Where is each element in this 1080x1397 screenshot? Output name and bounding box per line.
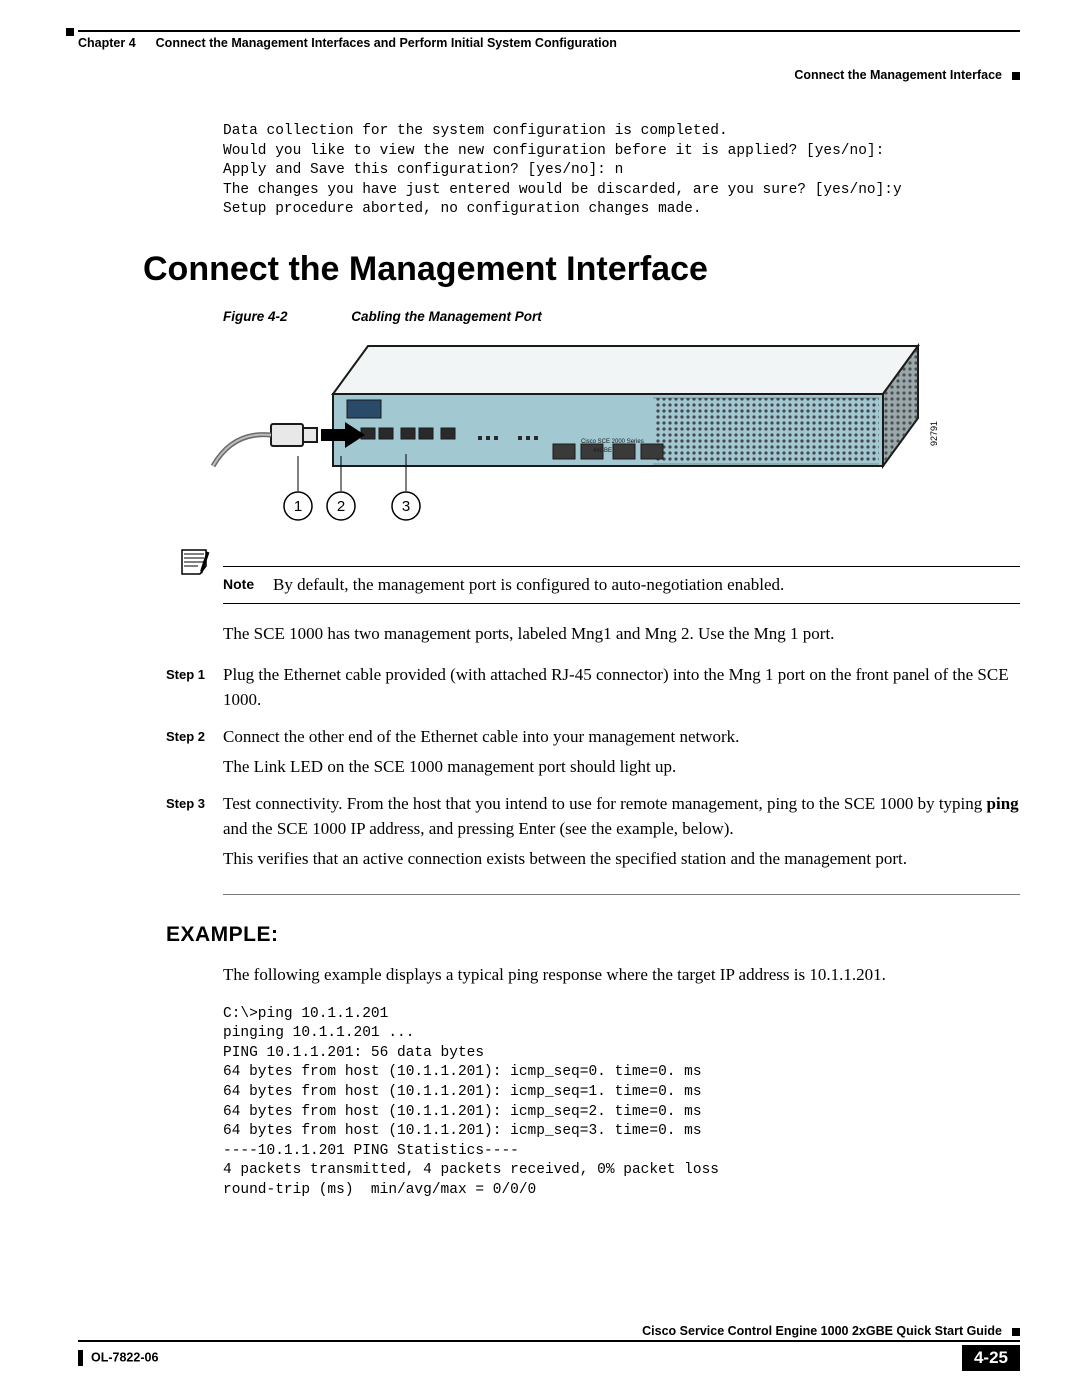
chapter-title: Connect the Management Interfaces and Pe…: [156, 36, 617, 50]
intro-paragraph: The SCE 1000 has two management ports, l…: [223, 622, 1020, 646]
step-row: Step 2Connect the other end of the Ether…: [166, 725, 1020, 786]
config-output: Data collection for the system configura…: [223, 122, 1020, 220]
step-label: Step 3: [166, 792, 223, 878]
footer-guide-title: Cisco Service Control Engine 1000 2xGBE …: [78, 1324, 1020, 1338]
step-text: Connect the other end of the Ethernet ca…: [223, 725, 1020, 786]
note-label: Note: [223, 573, 261, 597]
running-header: Chapter 4 Connect the Management Interfa…: [78, 34, 1020, 50]
section-title: Connect the Management Interface: [143, 250, 1020, 289]
step-row: Step 1Plug the Ethernet cable provided (…: [166, 663, 1020, 718]
callout-2: 2: [337, 498, 345, 515]
example-intro: The following example displays a typical…: [223, 963, 1020, 987]
step-row: Step 3Test connectivity. From the host t…: [166, 792, 1020, 878]
note-text: By default, the management port is confi…: [273, 573, 784, 597]
figure-id: 92791: [929, 421, 939, 446]
section-subheader: Connect the Management Interface: [78, 68, 1020, 82]
figure-label: Figure 4-2: [223, 309, 288, 324]
figure-device-illustration: Cisco SCE 2000 Series: [193, 336, 1020, 546]
step-text: Plug the Ethernet cable provided (with a…: [223, 663, 1020, 718]
example-heading: EXAMPLE:: [166, 923, 1020, 947]
callout-3: 3: [402, 498, 410, 515]
step-label: Step 2: [166, 725, 223, 786]
page-number: 4-25: [962, 1345, 1020, 1371]
step-text: Test connectivity. From the host that yo…: [223, 792, 1020, 878]
note-icon: [178, 548, 212, 583]
figure-title: Cabling the Management Port: [351, 309, 542, 324]
footer-doc-number: OL-7822-06: [78, 1350, 158, 1366]
callout-1: 1: [294, 498, 302, 515]
figure-caption: Figure 4-2 Cabling the Management Port: [223, 309, 1020, 324]
chapter-label: Chapter 4: [78, 36, 136, 50]
step-label: Step 1: [166, 663, 223, 718]
svg-text:4xGBE: 4xGBE: [593, 448, 612, 454]
example-output: C:\>ping 10.1.1.201 pinging 10.1.1.201 .…: [223, 1005, 1020, 1201]
